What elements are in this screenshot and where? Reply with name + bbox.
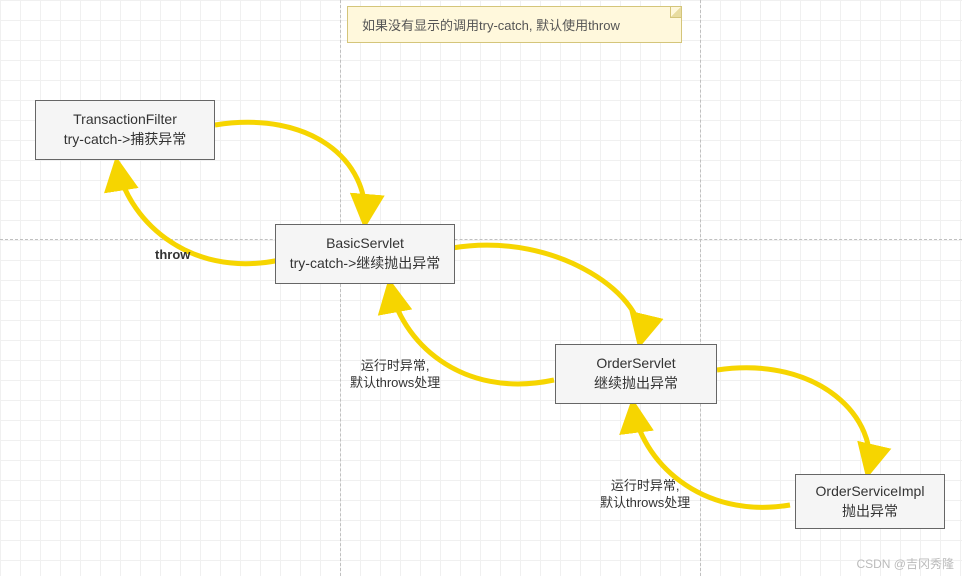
arrow-bs-to-tf (117, 163, 280, 264)
arrow-bs-to-os (452, 245, 641, 342)
edge-label-runtime-1: 运行时异常, 默认throws处理 (350, 358, 440, 392)
node-title: BasicServlet (286, 234, 444, 254)
node-basic-servlet[interactable]: BasicServlet try-catch->继续抛出异常 (275, 224, 455, 284)
note-sticky: 如果没有显示的调用try-catch, 默认使用throw (347, 6, 682, 43)
node-subtitle: 抛出异常 (806, 502, 934, 522)
guide-horizontal (0, 239, 962, 240)
node-subtitle: 继续抛出异常 (566, 374, 706, 394)
arrow-os-to-osi (717, 368, 870, 472)
node-subtitle: try-catch->捕获异常 (46, 130, 204, 150)
node-order-servlet[interactable]: OrderServlet 继续抛出异常 (555, 344, 717, 404)
note-text: 如果没有显示的调用try-catch, 默认使用throw (362, 18, 620, 33)
node-title: OrderServiceImpl (806, 482, 934, 502)
edge-label-runtime-2: 运行时异常, 默认throws处理 (600, 478, 690, 512)
node-title: OrderServlet (566, 354, 706, 374)
node-subtitle: try-catch->继续抛出异常 (286, 254, 444, 274)
node-transaction-filter[interactable]: TransactionFilter try-catch->捕获异常 (35, 100, 215, 160)
arrow-tf-to-bs (215, 122, 365, 222)
node-order-service-impl[interactable]: OrderServiceImpl 抛出异常 (795, 474, 945, 529)
node-title: TransactionFilter (46, 110, 204, 130)
guide-vertical-2 (700, 0, 701, 576)
edge-label-throw: throw (155, 247, 190, 264)
guide-vertical-1 (340, 0, 341, 576)
watermark: CSDN @吉冈秀隆 (856, 555, 954, 572)
